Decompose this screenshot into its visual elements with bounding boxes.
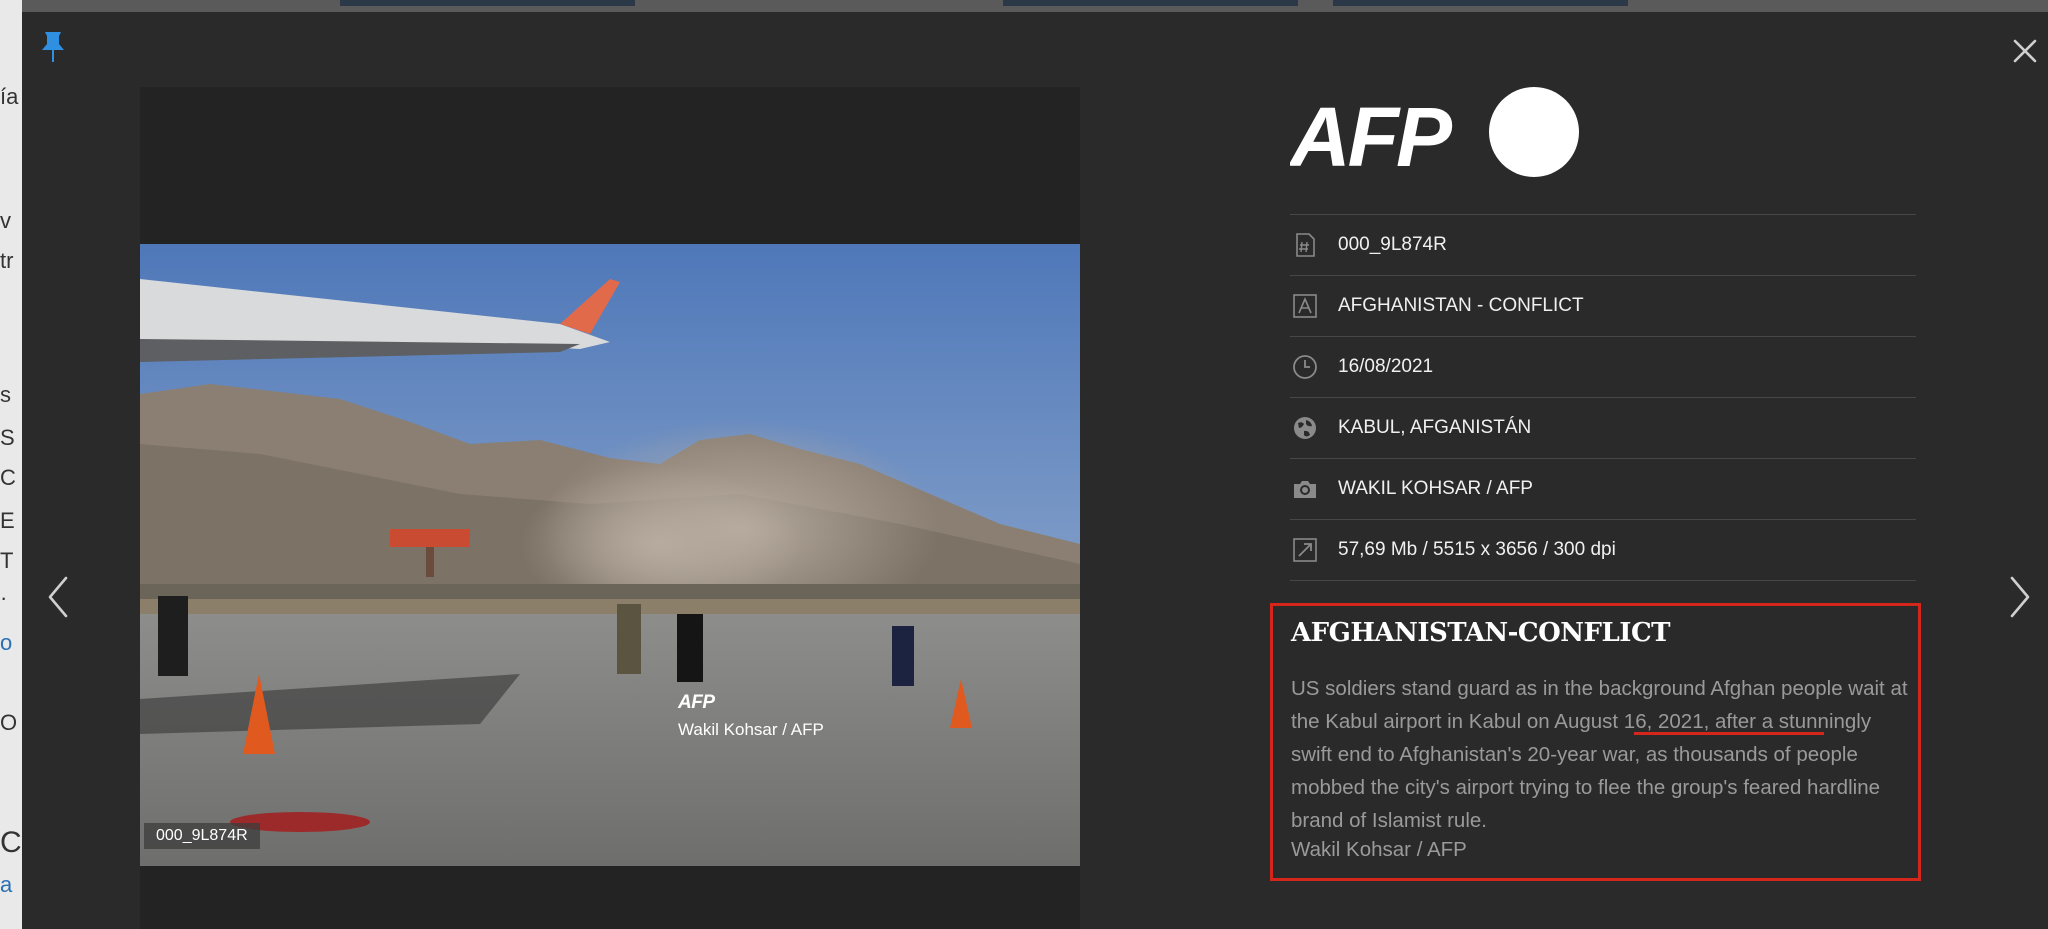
watermark-credit: Wakil Kohsar / AFP: [678, 720, 824, 739]
date-underline: [1634, 732, 1824, 735]
caption-date: August 16, 2021,: [1554, 710, 1710, 733]
background-text: C: [0, 465, 16, 490]
clock-icon: [1293, 355, 1317, 379]
caption-credit: Wakil Kohsar / AFP: [1291, 838, 1467, 861]
metadata-row-date: 16/08/2021: [1290, 336, 1916, 397]
background-thumbnail: [340, 0, 635, 6]
expand-icon: [1293, 538, 1317, 562]
watermark-logo: AFP: [678, 692, 715, 713]
background-text: v: [0, 208, 11, 233]
background-text: ·: [0, 585, 8, 610]
metadata-row-id: 000_9L874R: [1290, 214, 1916, 275]
metadata-row-location: KABUL, AFGANISTÁN: [1290, 397, 1916, 458]
background-link: a: [0, 872, 13, 897]
background-text: E: [0, 508, 15, 533]
photo-id-tag: 000_9L874R: [144, 823, 260, 849]
background-text: tr: [0, 248, 14, 273]
background-text: O: [0, 710, 18, 735]
letter-a-icon: [1293, 294, 1317, 318]
close-icon[interactable]: [2010, 36, 2040, 66]
afp-logo: AFP: [1290, 87, 1579, 178]
metadata-location: KABUL, AFGANISTÁN: [1338, 417, 1532, 438]
globe-icon: [1294, 417, 1316, 439]
metadata-row-size: 57,69 Mb / 5515 x 3656 / 300 dpi: [1290, 519, 1916, 581]
metadata-photo-id: 000_9L874R: [1338, 234, 1447, 255]
metadata-file-size: 57,69 Mb / 5515 x 3656 / 300 dpi: [1338, 539, 1616, 560]
metadata-row-title: AFGHANISTAN - CONFLICT: [1290, 275, 1916, 336]
previous-arrow-icon[interactable]: [44, 574, 72, 620]
background-text: s: [0, 382, 11, 407]
metadata-title: AFGHANISTAN - CONFLICT: [1338, 295, 1584, 316]
background-text: ía: [0, 84, 19, 109]
background-page-top: [0, 0, 2048, 12]
background-text: S: [0, 425, 15, 450]
afp-logo-text: AFP: [1290, 90, 1453, 178]
photo-watermark: AFP Wakil Kohsar / AFP: [678, 692, 824, 740]
background-thumbnail: [1333, 0, 1628, 6]
camera-icon: [1294, 481, 1316, 498]
caption-title: AFGHANISTAN-CONFLICT: [1291, 618, 1670, 648]
hash-document-icon: [1296, 233, 1315, 257]
main-photo[interactable]: [140, 244, 1080, 866]
background-thumbnail: [1003, 0, 1298, 6]
metadata-list: 000_9L874R AFGHANISTAN - CONFLICT 16/08/…: [1290, 214, 1916, 581]
background-page: ía v tr s S C E T · o O C a: [0, 0, 22, 929]
metadata-row-credit: WAKIL KOHSAR / AFP: [1290, 458, 1916, 519]
background-link: o: [0, 630, 13, 655]
metadata-credit: WAKIL KOHSAR / AFP: [1338, 478, 1533, 499]
pin-icon[interactable]: [40, 30, 66, 64]
background-text: C: [0, 826, 22, 859]
background-text: T: [0, 548, 14, 573]
metadata-date: 16/08/2021: [1338, 356, 1434, 377]
next-arrow-icon[interactable]: [2006, 574, 2034, 620]
caption-body: US soldiers stand guard as in the backgr…: [1291, 672, 1916, 837]
